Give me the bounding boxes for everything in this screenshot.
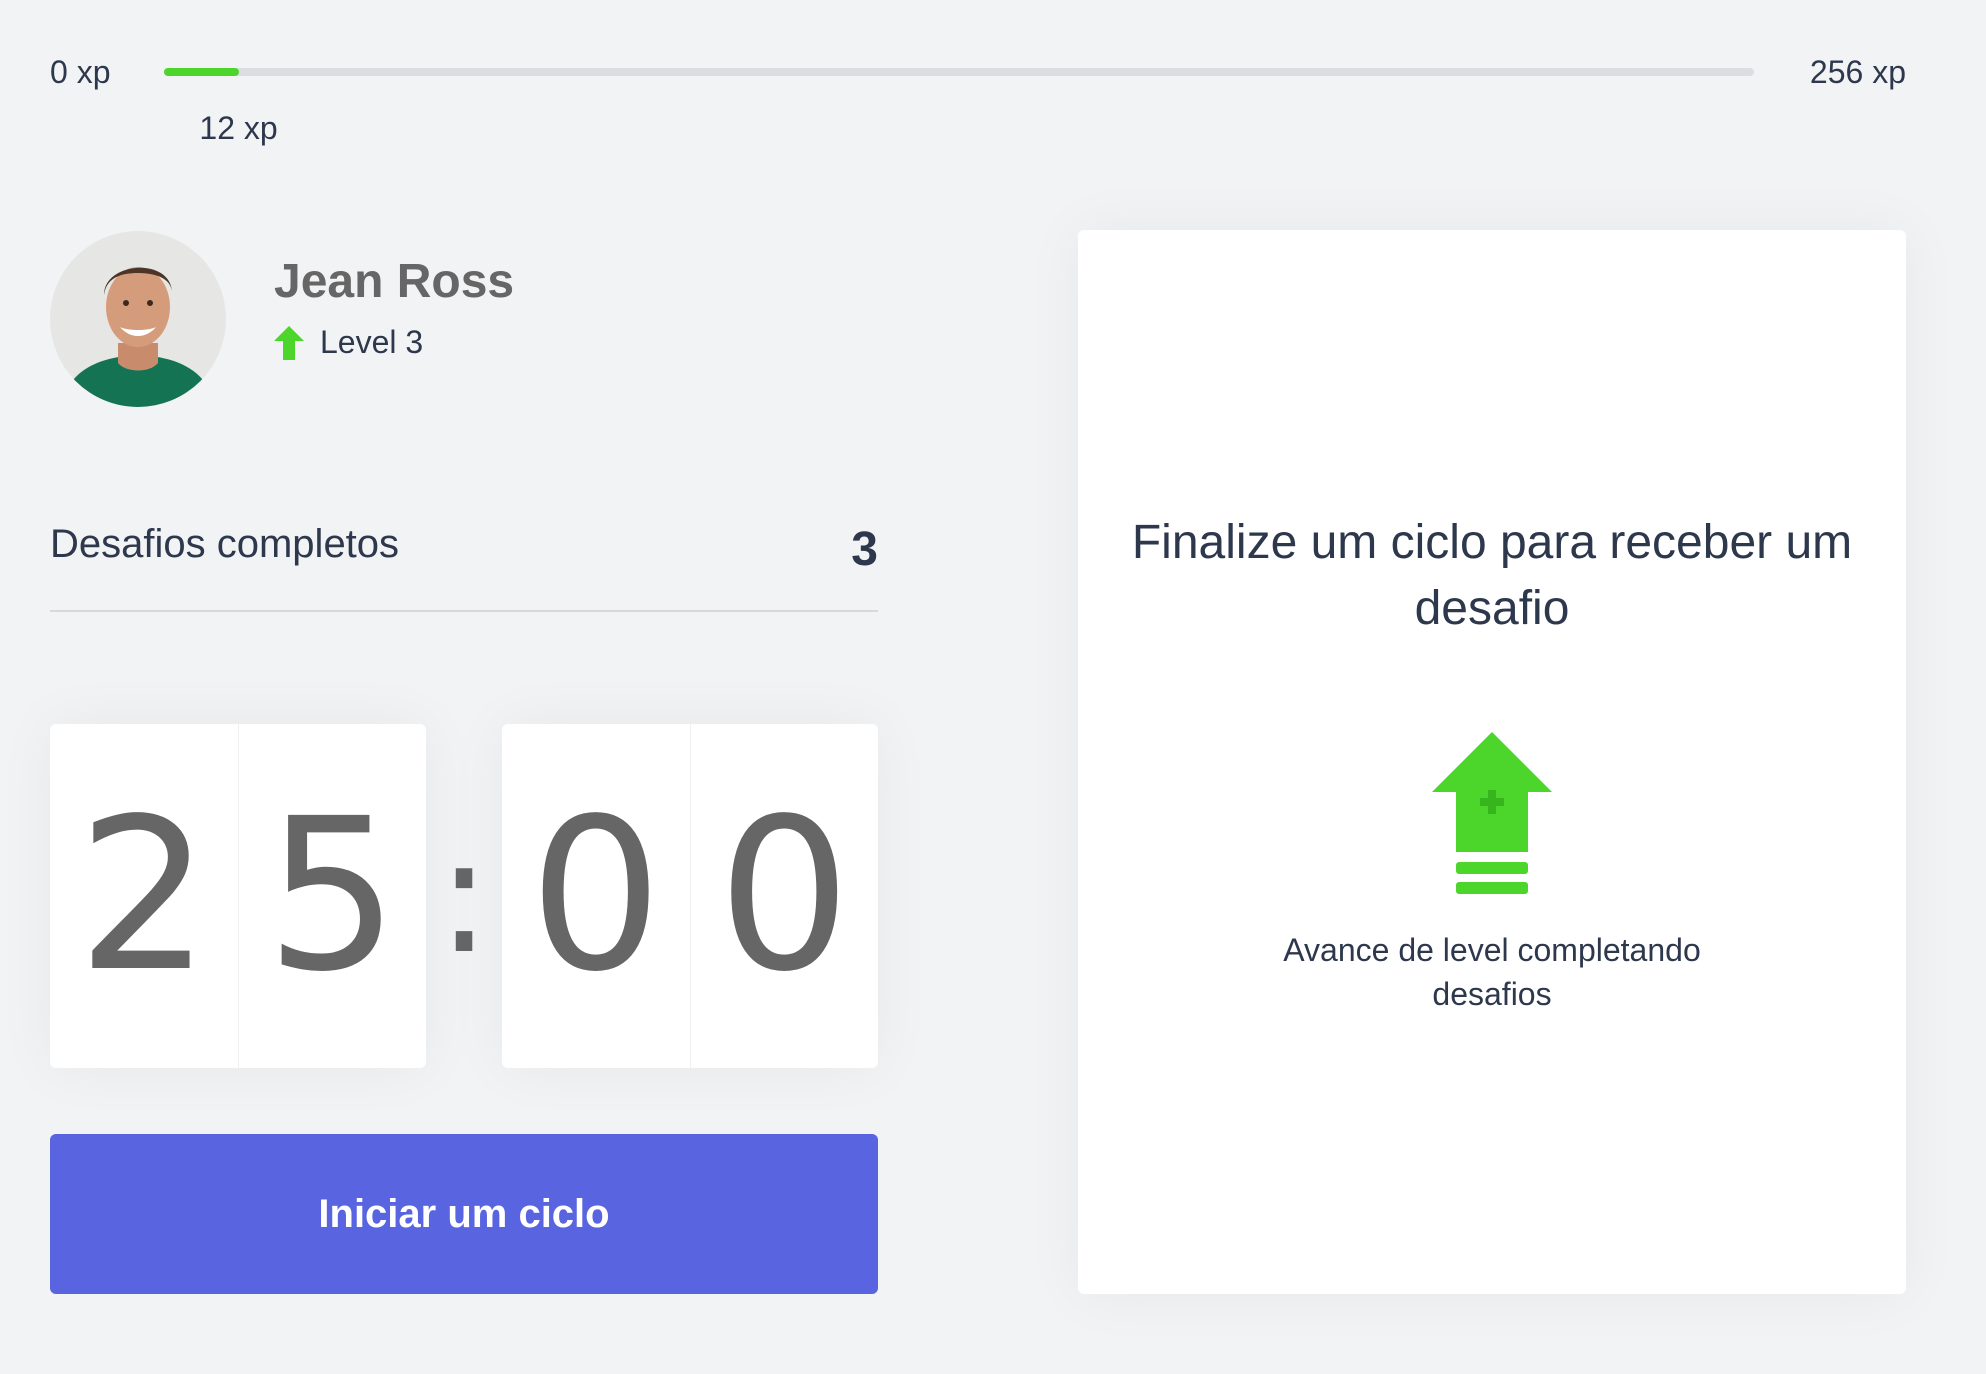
minute-right-digit: 5 xyxy=(237,724,427,1068)
challenge-box-hint: Avance de level completando desafios xyxy=(1283,932,1701,1012)
challenge-box: Finalize um ciclo para receber um desafi… xyxy=(1078,230,1906,1294)
completed-challenges: Desafios completos 3 xyxy=(50,500,878,612)
start-cycle-button[interactable]: Iniciar um ciclo xyxy=(50,1134,878,1294)
avatar xyxy=(50,231,226,407)
xp-max-label: 256 xp xyxy=(1809,54,1906,90)
profile-level-label: Level 3 xyxy=(320,324,424,361)
level-up-icon xyxy=(1432,732,1552,894)
minutes-group: 2 5 xyxy=(50,724,426,1068)
minute-left-digit: 2 xyxy=(76,773,211,1018)
xp-progress-fill xyxy=(164,68,239,76)
xp-track: 12 xp xyxy=(164,68,1754,146)
profile-name: Jean Ross xyxy=(274,254,515,308)
profile: Jean Ross Level 3 xyxy=(50,230,878,408)
completed-challenges-label: Desafios completos xyxy=(50,522,400,566)
profile-info: Jean Ross Level 3 xyxy=(274,253,514,362)
experience-bar: 0 xp 12 xp 256 xp xyxy=(50,50,1906,150)
countdown-separator: : xyxy=(437,802,491,989)
completed-challenges-count: 3 xyxy=(851,523,878,576)
avatar-photo xyxy=(50,231,226,407)
countdown-timer: 2 5 : 0 0 xyxy=(50,724,878,1068)
second-right-digit: 0 xyxy=(689,724,879,1068)
seconds-group: 0 0 xyxy=(502,724,878,1068)
challenge-box-title: Finalize um ciclo para receber um desafi… xyxy=(1131,516,1853,635)
profile-level: Level 3 xyxy=(274,324,514,361)
xp-min-label: 0 xp xyxy=(50,54,111,90)
second-left-digit: 0 xyxy=(528,773,663,1018)
left-column: Jean Ross Level 3 Desafios completos 3 2… xyxy=(50,230,878,1294)
xp-current-label: 12 xp xyxy=(199,110,278,146)
level-up-arrow-icon xyxy=(274,325,304,360)
